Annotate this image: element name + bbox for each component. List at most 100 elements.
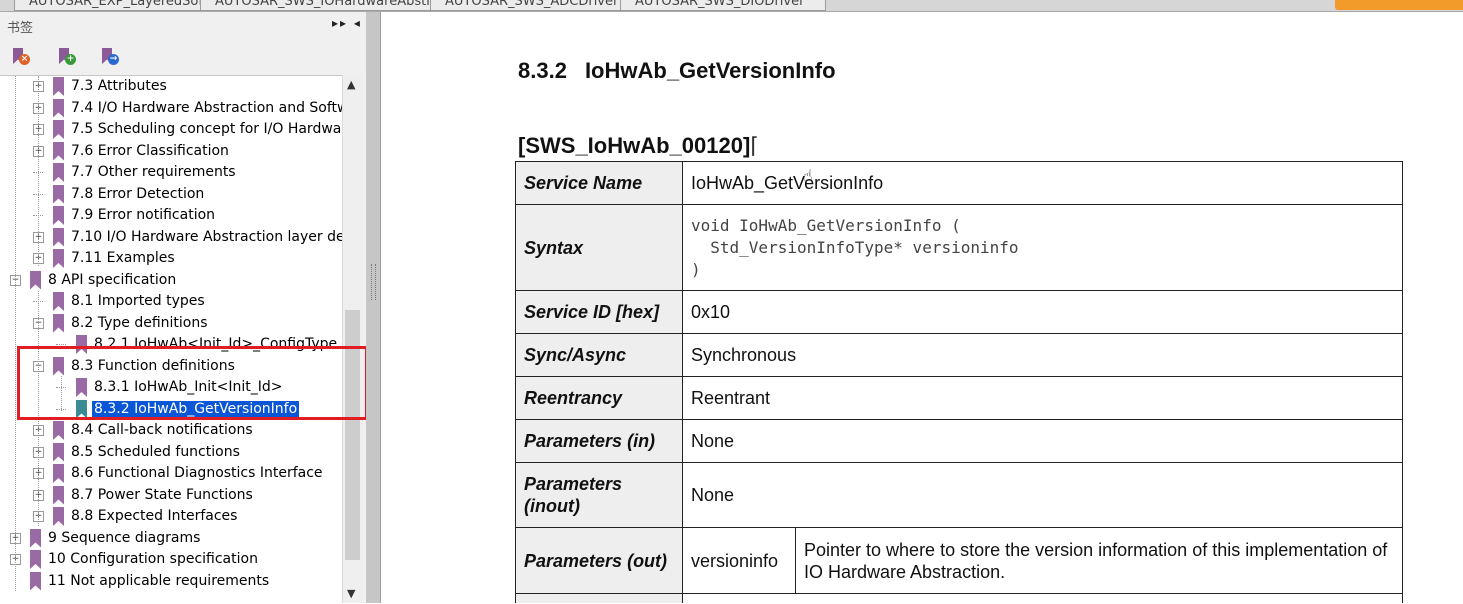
scroll-up-arrow-icon[interactable]: ▲	[347, 78, 355, 91]
table-key	[515, 593, 683, 603]
tree-guide-line	[15, 76, 16, 591]
tree-item[interactable]: +7.4 I/O Hardware Abstraction and Softwa…	[0, 98, 342, 119]
tree-item-label: 7.3 Attributes	[71, 78, 167, 94]
bookmark-icon	[30, 550, 41, 569]
tree-item[interactable]: +8.6 Functional Diagnostics Interface	[0, 463, 342, 484]
table-value	[682, 593, 1403, 603]
bookmark-icon	[53, 421, 64, 440]
scroll-down-arrow-icon[interactable]: ▼	[347, 587, 355, 600]
table-value: None	[682, 462, 1403, 528]
tree-item-label: 8.7 Power State Functions	[71, 486, 253, 503]
tab-layered-architecture[interactable]: AUTOSAR_EXP_LayeredSoftwareArchitecture	[14, 0, 208, 11]
tree-item-label: 8 API specification	[48, 271, 177, 288]
tree-item[interactable]: +7.6 Error Classification	[0, 141, 342, 162]
requirement-id: [SWS_IoHwAb_00120]⌈	[518, 133, 759, 159]
tree-item-label: 8.4 Call-back notifications	[71, 422, 253, 438]
table-row: Parameters (out) versioninfo Pointer to …	[515, 527, 1403, 594]
document-page: 8.3.2 IoHwAb_GetVersionInfo [SWS_IoHwAb_0…	[381, 12, 1463, 603]
table-key: Service ID [hex]	[515, 290, 683, 334]
splitter-grip[interactable]	[371, 264, 376, 300]
tree-item-label: 9 Sequence diagrams	[48, 529, 201, 546]
tree-item-label: 7.8 Error Detection	[71, 185, 205, 202]
tree-vertical-scrollbar[interactable]: ▲ ▼	[342, 75, 363, 603]
bookmarks-panel: 书签 ▸▸ ◂ × + → +7.3 Attributes +7.4 I/O Ha…	[0, 12, 366, 604]
tree-item[interactable]: +10 Configuration specification	[0, 549, 342, 570]
bookmark-icon	[53, 120, 64, 139]
bookmark-icon	[30, 528, 41, 548]
upgrade-button[interactable]	[1335, 0, 1463, 10]
highlight-annotation-box	[17, 346, 368, 420]
table-key: Service Name	[515, 161, 683, 205]
table-row: Parameters (inout) None	[515, 462, 1403, 528]
table-row: Reentrancy Reentrant	[515, 376, 1403, 420]
tree-item[interactable]: +7.10 I/O Hardware Abstraction layer des…	[0, 227, 342, 248]
bookmarks-title: 书签	[7, 21, 34, 36]
tree-item[interactable]: +8.4 Call-back notifications	[0, 420, 342, 441]
bookmark-icon	[53, 485, 64, 505]
bookmark-icon	[53, 227, 64, 247]
bookmark-icon	[53, 249, 64, 268]
bookmark-tree: +7.3 Attributes +7.4 I/O Hardware Abstrac…	[0, 75, 342, 604]
panel-collapse-arrows[interactable]: ▸▸ ◂	[332, 16, 362, 30]
document-tab-bar: AUTOSAR_EXP_LayeredSoftwareArchitecture …	[0, 0, 1463, 12]
table-key: Parameters (in)	[515, 419, 683, 463]
bookmark-goto-icon[interactable]: →	[102, 48, 119, 66]
tree-item[interactable]: +8.5 Scheduled functions	[0, 442, 342, 463]
param-description: Pointer to where to store the version in…	[795, 527, 1403, 594]
table-row: Syntax void IoHwAb_GetVersionInfo ( Std_…	[515, 204, 1403, 291]
table-value: None	[682, 419, 1403, 463]
tree-item[interactable]: 11 Not applicable requirements	[0, 571, 342, 592]
tree-item-label: 7.7 Other requirements	[71, 164, 236, 180]
tree-item[interactable]: 7.9 Error notification	[0, 205, 342, 226]
tab-io-hardware-abstraction[interactable]: AUTOSAR_SWS_IOHardwareAbstraction	[200, 0, 446, 11]
requirement-open-bracket: ⌈	[750, 133, 759, 158]
tree-item-label: 7.5 Scheduling concept for I/O Hardware …	[71, 121, 342, 137]
table-row: Parameters (in) None	[515, 419, 1403, 463]
table-value: Reentrant	[682, 376, 1403, 420]
table-value: Synchronous	[682, 333, 1403, 377]
bookmark-icon	[30, 270, 41, 290]
bookmark-icon	[53, 313, 64, 333]
tree-item-label: 8.1 Imported types	[71, 293, 205, 309]
bookmark-delete-icon[interactable]: ×	[13, 48, 30, 66]
tree-item[interactable]: 8.1 Imported types	[0, 291, 342, 312]
hand-cursor-icon: ☝	[803, 166, 813, 185]
tree-item-label: 8.2 Type definitions	[71, 314, 208, 331]
table-row: Sync/Async Synchronous	[515, 333, 1403, 377]
tree-item[interactable]: 7.7 Other requirements	[0, 162, 342, 183]
tree-item[interactable]: −8.2 Type definitions	[0, 313, 342, 334]
tree-item-label: 7.10 I/O Hardware Abstraction layer desc…	[71, 228, 342, 245]
tree-item[interactable]: +7.11 Examples	[0, 248, 342, 269]
bookmark-icon	[53, 507, 64, 526]
bookmark-icon	[53, 98, 64, 118]
section-heading: 8.3.2 IoHwAb_GetVersionInfo	[518, 58, 836, 84]
tree-item-label: 7.9 Error notification	[71, 207, 216, 223]
tree-item-label: 11 Not applicable requirements	[48, 572, 270, 589]
bookmark-add-icon[interactable]: +	[59, 48, 76, 66]
table-value: 0x10	[682, 290, 1403, 334]
bookmark-icon	[53, 464, 64, 483]
bookmark-icon	[53, 206, 64, 225]
tree-item[interactable]: −8 API specification	[0, 270, 342, 291]
panel-splitter[interactable]	[366, 12, 381, 603]
bookmark-icon	[53, 442, 64, 462]
tree-item[interactable]: +8.8 Expected Interfaces	[0, 506, 342, 527]
tree-item[interactable]: +8.7 Power State Functions	[0, 485, 342, 506]
tree-item-label: 8.6 Functional Diagnostics Interface	[71, 465, 323, 481]
tab-adc-driver[interactable]: AUTOSAR_SWS_ADCDriver	[430, 0, 636, 11]
tree-item[interactable]: 7.8 Error Detection	[0, 184, 342, 205]
syntax-code: void IoHwAb_GetVersionInfo ( Std_Version…	[682, 204, 1403, 291]
table-row: Service ID [hex] 0x10	[515, 290, 1403, 334]
tree-item[interactable]: +7.5 Scheduling concept for I/O Hardware…	[0, 119, 342, 140]
tab-dio-driver[interactable]: AUTOSAR_SWS_DIODriver	[620, 0, 826, 11]
table-key: Reentrancy	[515, 376, 683, 420]
tree-item-label: 7.6 Error Classification	[71, 142, 229, 159]
tree-item-label: 7.11 Examples	[71, 250, 175, 266]
bookmark-icon	[53, 77, 64, 96]
tree-item[interactable]: +9 Sequence diagrams	[0, 528, 342, 549]
table-key: Sync/Async	[515, 333, 683, 377]
section-title: IoHwAb_GetVersionInfo	[584, 58, 836, 83]
tree-item-label: 8.8 Expected Interfaces	[71, 508, 238, 524]
api-spec-table: Service Name IoHwAb_GetVersionInfo Synta…	[515, 161, 1403, 603]
tree-item[interactable]: +7.3 Attributes	[0, 76, 342, 97]
